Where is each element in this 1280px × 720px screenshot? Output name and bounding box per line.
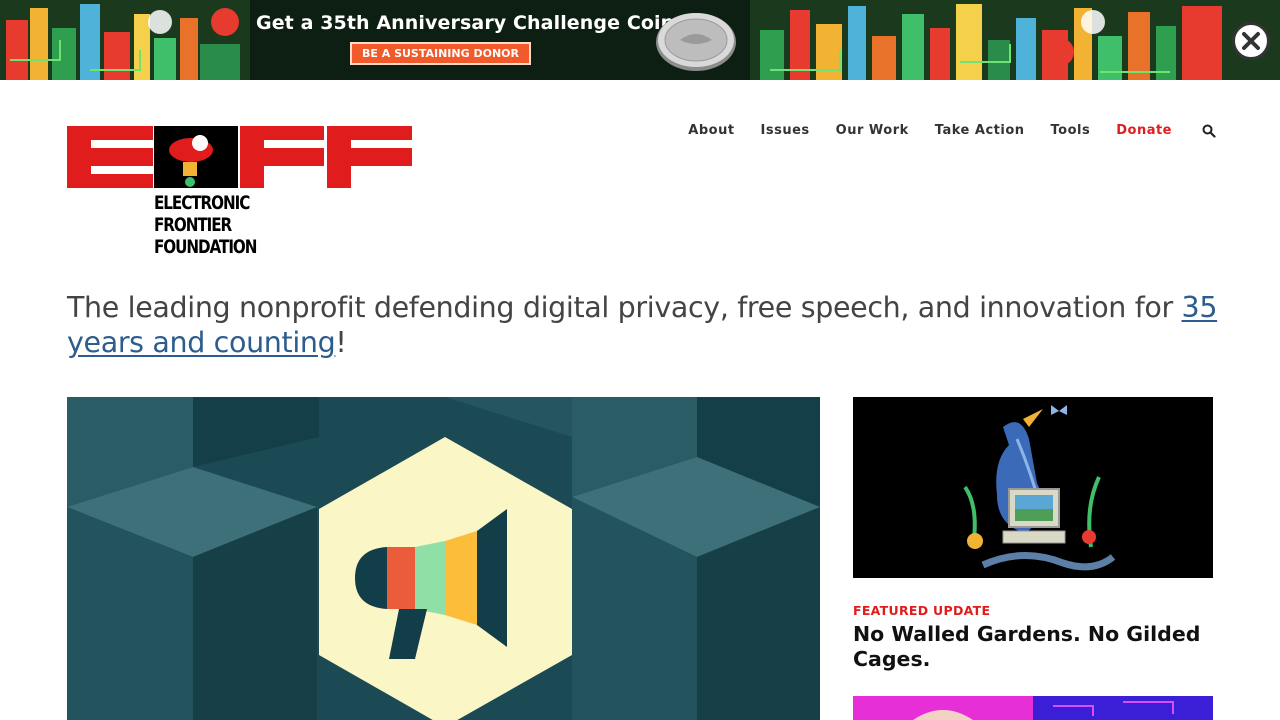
eff-logo-mark (67, 126, 412, 188)
featured-update-title[interactable]: No Walled Gardens. No Gilded Cages. (853, 622, 1213, 672)
featured-update-kicker: FEATURED UPDATE (853, 603, 991, 618)
anniversary-banner[interactable]: Get a 35th Anniversary Challenge Coin BE… (0, 0, 1280, 80)
hero-megaphone-illustration (67, 397, 820, 720)
logo-wordmark-line-1: ELECTRONIC (154, 193, 250, 214)
search-icon[interactable] (1202, 124, 1216, 138)
secondary-feature-illustration (853, 696, 1213, 720)
nav-item-donate[interactable]: Donate (1116, 123, 1172, 138)
heron-computer-illustration (853, 397, 1213, 578)
logo-wordmark-line-2: FRONTIER (154, 215, 232, 236)
main-nav: About Issues Our Work Take Action Tools … (662, 123, 1216, 138)
secondary-feature-image[interactable] (853, 696, 1213, 720)
nav-item-take-action[interactable]: Take Action (935, 123, 1025, 138)
sustaining-donor-button[interactable]: BE A SUSTAINING DONOR (350, 42, 531, 65)
banner-title: Get a 35th Anniversary Challenge Coin (256, 12, 675, 34)
site-tagline: The leading nonprofit defending digital … (67, 290, 1227, 360)
eff-logo[interactable]: ELECTRONIC FRONTIER FOUNDATION (67, 126, 412, 258)
tagline-suffix: ! (335, 326, 347, 359)
logo-wordmark: ELECTRONIC FRONTIER FOUNDATION (154, 193, 257, 259)
tagline-text: The leading nonprofit defending digital … (67, 291, 1182, 324)
logo-wordmark-line-3: FOUNDATION (154, 237, 257, 258)
close-icon[interactable] (1240, 30, 1262, 52)
featured-update-image[interactable] (853, 397, 1213, 578)
challenge-coin-image (656, 13, 736, 71)
nav-item-our-work[interactable]: Our Work (836, 123, 909, 138)
close-banner-button[interactable] (1232, 22, 1270, 60)
nav-item-tools[interactable]: Tools (1051, 123, 1091, 138)
nav-item-issues[interactable]: Issues (761, 123, 810, 138)
hero-image[interactable] (67, 397, 820, 720)
nav-item-about[interactable]: About (688, 123, 734, 138)
